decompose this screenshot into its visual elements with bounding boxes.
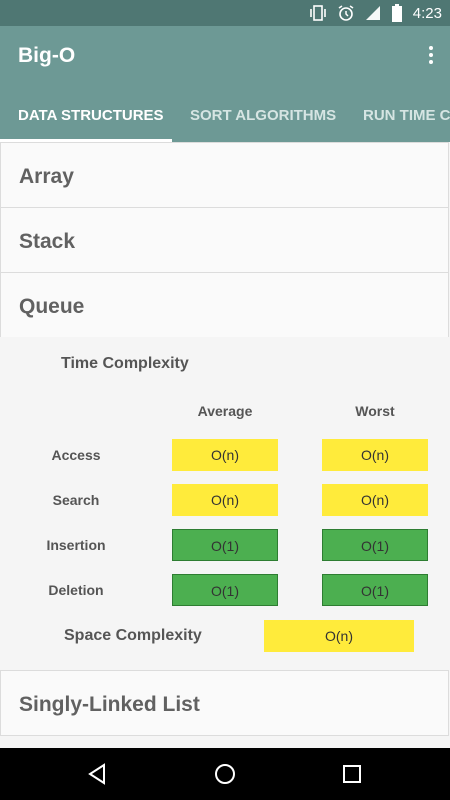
insertion-average-cell: O(1) bbox=[172, 529, 278, 561]
tab-label: SORT ALGORITHMS bbox=[190, 107, 337, 124]
tab-label: DATA STRUCTURES bbox=[18, 107, 164, 124]
column-header-worst: Worst bbox=[355, 403, 395, 419]
list-item-label: Stack bbox=[19, 230, 76, 253]
tab-bar: DATA STRUCTURES SORT ALGORITHMS RUN TIME… bbox=[0, 90, 450, 142]
recents-icon[interactable] bbox=[340, 762, 364, 786]
search-worst-cell: O(n) bbox=[322, 484, 428, 516]
status-icons: 4:23 bbox=[309, 0, 442, 26]
queue-details-panel: Time Complexity Average Worst Access O(n… bbox=[0, 337, 449, 670]
search-average-cell: O(n) bbox=[172, 484, 278, 516]
tab-data-structures[interactable]: DATA STRUCTURES bbox=[18, 90, 164, 142]
signal-icon bbox=[365, 6, 380, 20]
list-item-singly-linked-list[interactable]: Singly-Linked List bbox=[0, 670, 449, 736]
vibrate-icon bbox=[309, 5, 326, 21]
list-item-stack[interactable]: Stack bbox=[0, 207, 449, 273]
home-icon[interactable] bbox=[213, 762, 237, 786]
navigation-bar bbox=[0, 748, 450, 800]
app-bar: Big-O DATA STRUCTURES SORT ALGORITHMS RU… bbox=[0, 26, 450, 142]
column-header-average: Average bbox=[197, 403, 253, 419]
time-complexity-title: Time Complexity bbox=[61, 355, 189, 372]
access-average-cell: O(n) bbox=[172, 439, 278, 471]
status-time: 4:23 bbox=[412, 4, 442, 22]
battery-icon bbox=[391, 4, 402, 22]
row-label-insertion: Insertion bbox=[46, 537, 106, 553]
back-icon[interactable] bbox=[86, 762, 110, 786]
deletion-worst-cell: O(1) bbox=[322, 574, 428, 606]
data-structure-list: Array Stack Queue Time Complexity Averag… bbox=[0, 142, 450, 748]
tab-label: RUN TIME CO bbox=[363, 107, 450, 124]
list-item-queue[interactable]: Queue bbox=[0, 272, 449, 338]
more-vert-icon[interactable] bbox=[428, 46, 434, 66]
alarm-icon bbox=[338, 5, 354, 21]
list-item-label: Array bbox=[19, 165, 74, 188]
space-complexity-cell: O(n) bbox=[264, 620, 414, 652]
tab-run-time-complexity[interactable]: RUN TIME CO bbox=[363, 90, 450, 142]
row-label-access: Access bbox=[51, 447, 101, 463]
list-item-array[interactable]: Array bbox=[0, 142, 449, 208]
access-worst-cell: O(n) bbox=[322, 439, 428, 471]
tab-sort-algorithms[interactable]: SORT ALGORITHMS bbox=[190, 90, 336, 142]
row-label-search: Search bbox=[52, 492, 100, 508]
status-bar: 4:23 bbox=[0, 0, 450, 26]
deletion-average-cell: O(1) bbox=[172, 574, 278, 606]
insertion-worst-cell: O(1) bbox=[322, 529, 428, 561]
row-label-deletion: Deletion bbox=[48, 582, 104, 598]
list-item-label: Queue bbox=[19, 295, 85, 318]
space-complexity-title: Space Complexity bbox=[64, 627, 202, 644]
list-item-label: Singly-Linked List bbox=[19, 693, 200, 716]
app-title: Big-O bbox=[18, 44, 76, 67]
